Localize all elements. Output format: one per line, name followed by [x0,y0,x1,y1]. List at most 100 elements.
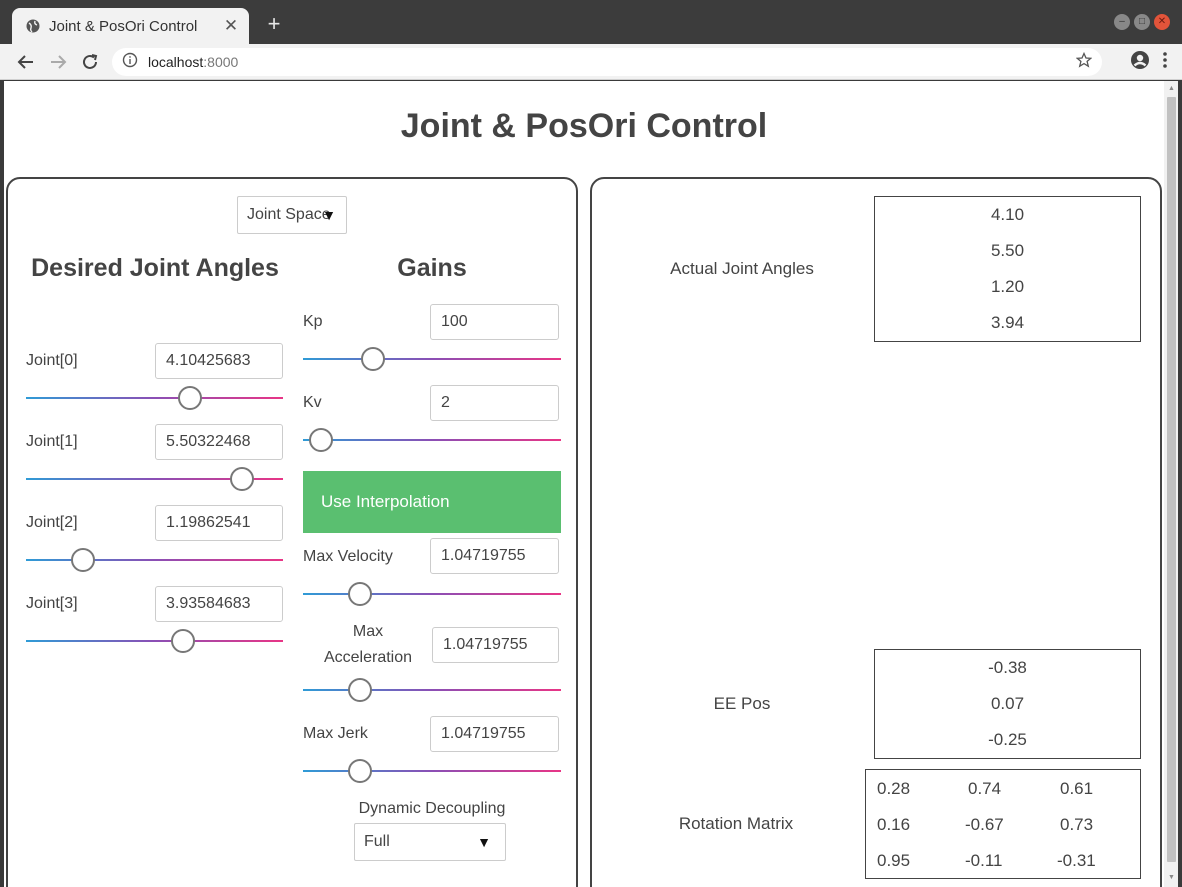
dynamic-decoupling-select[interactable]: Full ▼ [354,823,506,861]
caret-down-icon: ▼ [322,207,336,223]
gains-heading: Gains [397,254,467,282]
readout-panel: Actual Joint Angles 4.10 5.50 1.20 3.94 … [590,177,1162,887]
back-arrow-icon[interactable] [14,50,38,74]
kv-slider[interactable] [303,427,561,453]
info-icon[interactable] [122,52,138,73]
joint-input[interactable]: 5.50322468 [155,424,283,460]
rotation-matrix-cell: -0.67 [965,815,1004,834]
slider-thumb[interactable] [229,467,254,491]
bookmark-star-icon[interactable] [1075,51,1093,73]
max-acceleration-label-line-1: Max [352,623,384,640]
joint-label: Joint[3] [26,595,78,612]
joint-input[interactable]: 4.10425683 [155,343,283,379]
slider-thumb[interactable] [360,347,385,371]
max-jerk-slider[interactable] [303,758,561,784]
vertical-scrollbar[interactable]: ▲ ▼ [1164,81,1178,887]
rotation-matrix-cell: 0.61 [1060,779,1094,798]
page-title: Joint & PosOri Control [400,107,768,145]
slider-thumb[interactable] [347,582,372,606]
ee-pos-label: EE Pos [713,694,771,713]
joint-input[interactable]: 3.93584683 [155,586,283,622]
ee-pos-value: -0.38 [988,658,1027,677]
desired-joint-angles-heading: Desired Joint Angles [31,254,279,282]
max-jerk-label: Max Jerk [303,725,368,742]
browser-toolbar: localhost:8000 [0,44,1182,80]
window-frame [1178,81,1182,887]
browser-tab-bar: Joint & PosOri Control ✕ + – □ ✕ [0,0,1182,44]
browser-tab[interactable]: Joint & PosOri Control ✕ [12,8,249,44]
rotation-matrix-cell: -0.31 [1057,851,1096,870]
max-acceleration-label-line-2: Acceleration [323,649,413,666]
slider-thumb[interactable] [309,428,334,452]
slider-thumb[interactable] [347,678,372,702]
forward-arrow-icon[interactable] [46,50,70,74]
ee-pos-value: 0.07 [990,694,1025,713]
rotation-matrix-label: Rotation Matrix [678,814,794,833]
kv-input[interactable]: 2 [430,385,559,421]
rotation-matrix-cell: 0.95 [877,851,911,870]
maximize-icon[interactable]: □ [1134,14,1150,30]
max-velocity-label: Max Velocity [303,548,393,565]
use-interpolation-button[interactable]: Use Interpolation [303,471,561,533]
kp-slider[interactable] [303,346,561,372]
rotation-matrix-cell: -0.11 [965,851,1003,870]
kp-label: Kp [303,313,323,330]
tab-title: Joint & PosOri Control [49,17,198,35]
mode-select[interactable]: Joint Space ▼ [237,196,347,234]
max-velocity-input[interactable]: 1.04719755 [430,538,559,574]
actual-joint-angle-value: 4.10 [990,205,1025,224]
globe-icon [26,19,40,33]
scroll-up-icon[interactable]: ▲ [1167,84,1176,94]
dynamic-decoupling-label: Dynamic Decoupling [358,800,506,817]
url-port: :8000 [203,54,239,70]
page-viewport: Joint & PosOri Control Joint Space ▼ Des… [4,81,1164,887]
ee-pos-box: -0.38 0.07 -0.25 [874,649,1141,759]
rotation-matrix-cell: 0.74 [968,779,1002,798]
toolbar-right [1130,50,1168,75]
slider-thumb[interactable] [178,386,203,410]
scrollbar-thumb[interactable] [1167,97,1176,862]
joint-label: Joint[2] [26,514,78,531]
max-jerk-input[interactable]: 1.04719755 [430,716,559,752]
joint-input[interactable]: 1.19862541 [155,505,283,541]
joint-slider[interactable] [26,628,283,654]
max-acceleration-input[interactable]: 1.04719755 [432,627,559,663]
actual-joint-angles-label: Actual Joint Angles [670,259,814,278]
new-tab-button[interactable]: + [262,12,286,36]
dynamic-decoupling-value: Full [364,833,390,850]
joint-slider[interactable] [26,466,283,492]
url-host: localhost [148,54,204,70]
rotation-matrix-cell: 0.73 [1060,815,1094,834]
actual-joint-angle-value: 1.20 [990,277,1025,296]
actual-joint-angle-value: 3.94 [990,313,1025,332]
close-tab-icon[interactable]: ✕ [223,16,239,36]
close-window-icon[interactable]: ✕ [1154,14,1170,30]
control-panel: Joint Space ▼ Desired Joint Angles Gains… [6,177,578,887]
account-icon[interactable] [1130,50,1150,75]
max-acceleration-slider[interactable] [303,677,561,703]
rotation-matrix-cell: 0.28 [877,779,911,798]
slider-thumb[interactable] [170,629,195,653]
minimize-icon[interactable]: – [1114,14,1130,30]
rotation-matrix-box: 0.28 0.74 0.61 0.16 -0.67 0.73 0.95 -0.1… [865,769,1141,879]
joint-label: Joint[1] [26,433,78,450]
mode-select-value: Joint Space [247,206,331,223]
joint-slider[interactable] [26,547,283,573]
actual-joint-angles-box: 4.10 5.50 1.20 3.94 [874,196,1141,342]
slider-thumb[interactable] [347,759,372,783]
max-velocity-slider[interactable] [303,581,561,607]
kp-input[interactable]: 100 [430,304,559,340]
menu-kebab-icon[interactable] [1162,51,1168,74]
actual-joint-angle-value: 5.50 [990,241,1025,260]
window-controls: – □ ✕ [1114,14,1170,30]
joint-label: Joint[0] [26,352,78,369]
slider-thumb[interactable] [70,548,95,572]
reload-icon[interactable] [78,50,102,74]
caret-down-icon: ▼ [477,834,491,850]
url-text: localhost:8000 [148,54,1076,70]
address-bar[interactable]: localhost:8000 [112,48,1102,76]
joint-slider[interactable] [26,385,283,411]
max-acceleration-label: Max Acceleration [303,619,433,671]
scroll-down-icon[interactable]: ▼ [1167,873,1176,883]
ee-pos-value: -0.25 [988,730,1027,749]
